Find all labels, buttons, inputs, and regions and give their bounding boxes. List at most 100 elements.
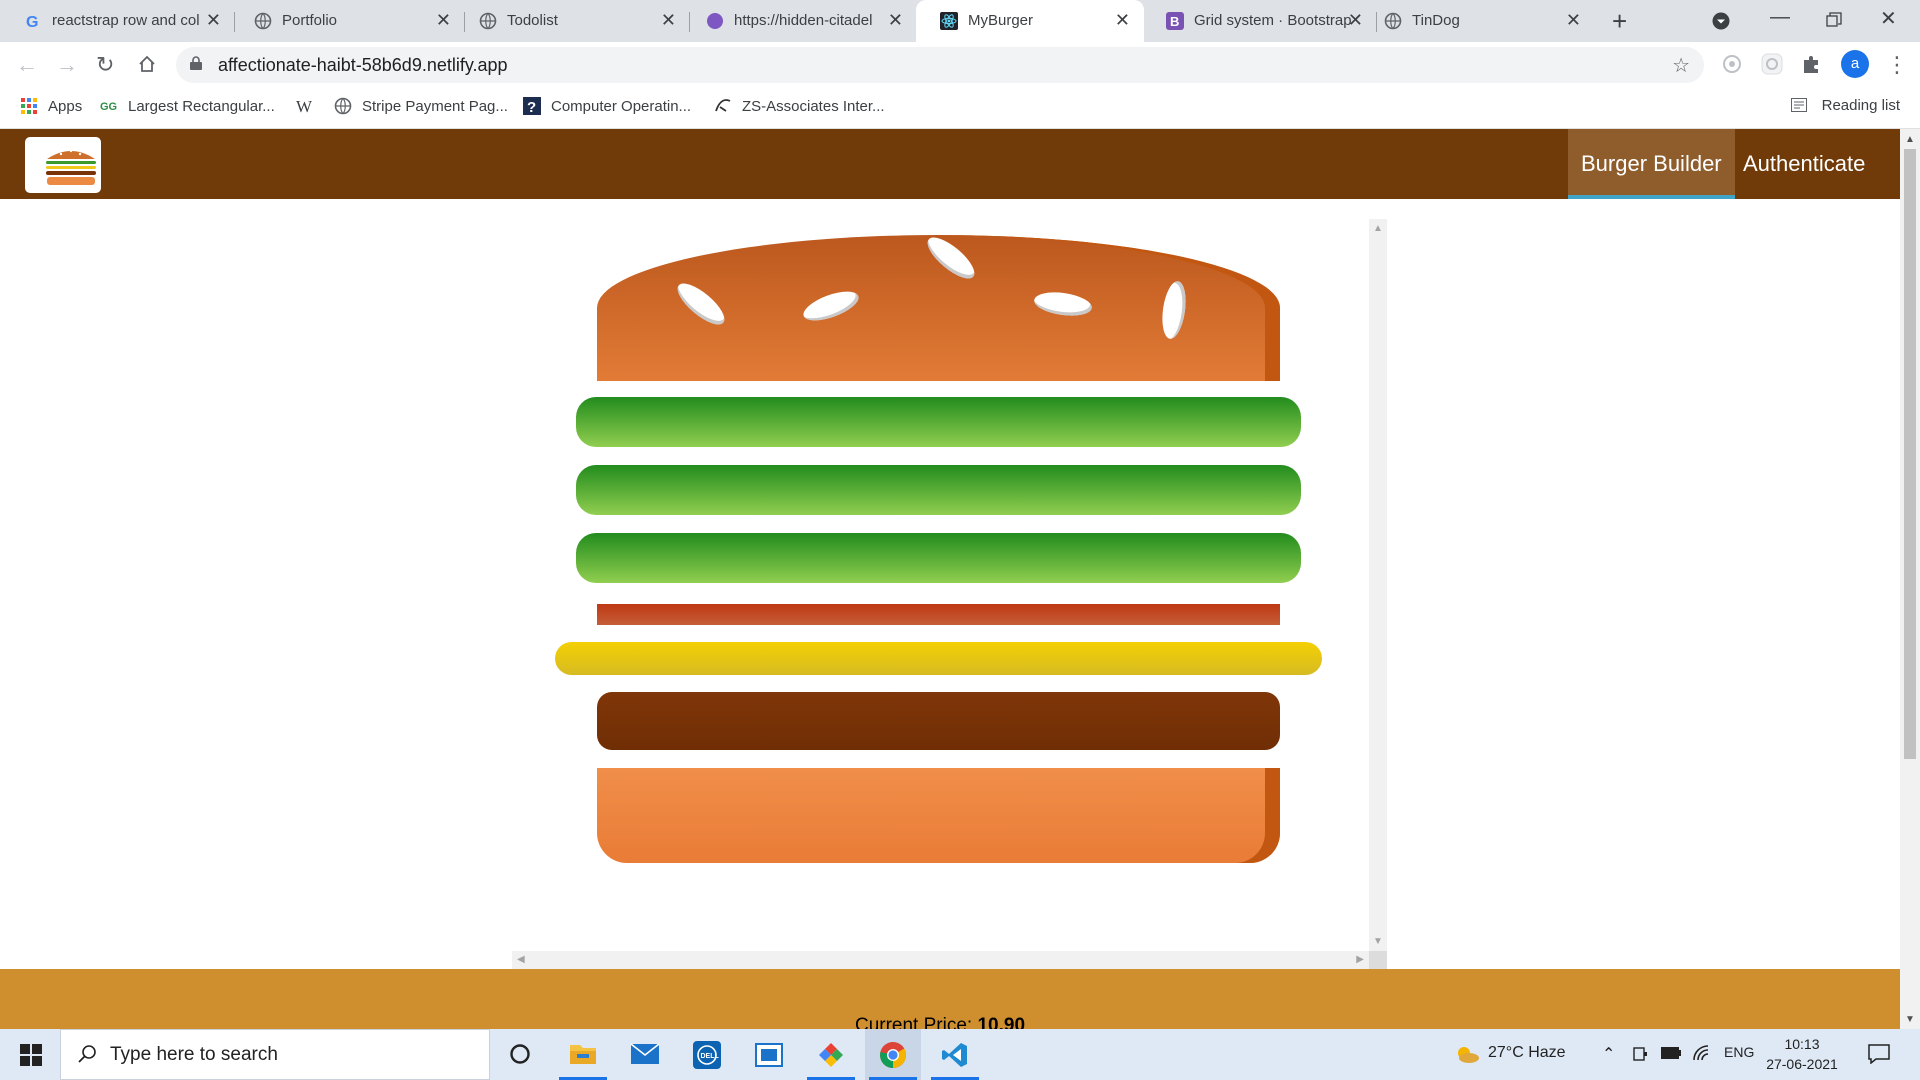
close-tab-icon[interactable]: ✕ (1566, 10, 1581, 31)
burger-preview: ▲ ▼ ◀ ▶ (512, 219, 1387, 969)
tab-tindog[interactable]: TinDog ✕ (1360, 0, 1595, 42)
address-bar[interactable]: affectionate-haibt-58b6d9.netlify.app ☆ (176, 47, 1704, 83)
scroll-down-arrow-icon[interactable]: ▼ (1373, 936, 1383, 947)
reading-list-icon (1791, 98, 1808, 112)
nav-authenticate[interactable]: Authenticate (1730, 129, 1878, 199)
salad-layer (576, 465, 1301, 515)
store-icon[interactable] (741, 1029, 797, 1080)
vscode-icon[interactable] (927, 1029, 983, 1080)
tab-title: Portfolio (282, 12, 338, 29)
reload-icon[interactable]: ↻ (96, 52, 114, 78)
tab-hidden-citadel[interactable]: https://hidden-citadel ✕ (682, 0, 917, 42)
url-text[interactable]: affectionate-haibt-58b6d9.netlify.app (218, 55, 508, 76)
bookmark-stripe[interactable]: Stripe Payment Pag... (334, 97, 508, 115)
mail-icon[interactable] (617, 1029, 673, 1080)
cortana-icon[interactable] (492, 1029, 548, 1080)
lock-icon[interactable] (190, 56, 202, 70)
clock-date: 27-06-2021 (1766, 1056, 1838, 1072)
windows-taskbar: Type here to search DELL 27°C Haze ⌃ ENG… (0, 1029, 1920, 1080)
gfg-icon: GG (100, 101, 117, 113)
meat-layer (597, 692, 1280, 750)
language-indicator[interactable]: ENG (1724, 1044, 1754, 1060)
tab-bootstrap-grid[interactable]: B Grid system · Bootstrap ✕ (1142, 0, 1377, 42)
price-value: 10.90 (977, 1015, 1026, 1029)
cheese-layer (555, 642, 1322, 675)
seed (671, 276, 731, 332)
react-icon (940, 12, 958, 30)
burger-horizontal-scrollbar[interactable]: ◀ ▶ (512, 951, 1369, 969)
scroll-thumb[interactable] (1904, 149, 1916, 759)
scroll-down-arrow-icon[interactable]: ▼ (1905, 1014, 1915, 1025)
svg-text:G: G (26, 14, 38, 30)
windows-start-icon[interactable] (20, 1044, 42, 1066)
file-explorer-icon[interactable] (555, 1029, 611, 1080)
burger-logo[interactable] (25, 137, 101, 193)
scroll-left-arrow-icon[interactable]: ◀ (517, 954, 525, 965)
burger-vertical-scrollbar[interactable]: ▲ ▼ (1369, 219, 1387, 951)
weather-icon[interactable] (1454, 1043, 1480, 1065)
bookmark-star-icon[interactable]: ☆ (1672, 53, 1690, 78)
bookmark-computer-operating[interactable]: ? Computer Operatin... (523, 97, 691, 115)
menu-kebab-icon[interactable]: ⋮ (1886, 52, 1908, 78)
question-icon: ? (523, 97, 541, 115)
purple-circle-icon (707, 13, 723, 29)
nav-burger-builder[interactable]: Burger Builder (1568, 129, 1735, 199)
price-label: Current Price: (854, 1015, 973, 1029)
close-tab-icon[interactable]: ✕ (888, 10, 903, 31)
minimize-icon[interactable]: — (1770, 6, 1790, 29)
extension-icon[interactable] (1720, 52, 1744, 76)
tab-title: MyBurger (968, 12, 1034, 29)
globe-icon (1384, 12, 1402, 30)
wifi-icon[interactable] (1692, 1044, 1712, 1062)
avatar[interactable]: a (1841, 50, 1869, 78)
new-tab-icon[interactable]: + (1612, 6, 1627, 37)
tab-reactstrap[interactable]: G reactstrap row and col ✕ (0, 0, 235, 42)
tab-todolist[interactable]: Todolist ✕ (455, 0, 690, 42)
home-icon[interactable] (137, 54, 157, 74)
weather-text[interactable]: 27°C Haze (1488, 1044, 1566, 1062)
tab-portfolio[interactable]: Portfolio ✕ (230, 0, 465, 42)
chrome-icon[interactable] (865, 1029, 921, 1080)
taskbar-search[interactable]: Type here to search (60, 1029, 490, 1080)
bookmark-apps[interactable]: Apps (20, 97, 82, 115)
app-icon[interactable] (803, 1029, 859, 1080)
puzzle-icon[interactable] (1800, 52, 1824, 76)
build-controls: Current Price: 10.90 (0, 969, 1900, 1029)
system-clock[interactable]: 10:13 27-06-2021 (1762, 1034, 1842, 1074)
tab-myburger[interactable]: MyBurger ✕ (916, 0, 1144, 42)
tab-title: TinDog (1412, 12, 1460, 29)
back-icon[interactable]: ← (16, 52, 38, 78)
close-window-icon[interactable]: ✕ (1880, 6, 1897, 31)
restore-icon[interactable] (1826, 12, 1842, 28)
bookmark-wikipedia[interactable]: W (296, 97, 312, 117)
device-icon[interactable] (1632, 1046, 1648, 1062)
svg-text:DELL: DELL (701, 1053, 720, 1060)
bookmark-largest-rectangular[interactable]: GG Largest Rectangular... (100, 97, 275, 115)
scroll-up-arrow-icon[interactable]: ▲ (1373, 223, 1383, 234)
tab-title: reactstrap row and col (52, 12, 200, 29)
notification-icon[interactable] (1868, 1044, 1890, 1064)
globe-icon (334, 97, 352, 115)
globe-icon (254, 12, 272, 30)
page-scrollbar[interactable]: ▲ ▼ (1900, 129, 1920, 1029)
extension-icon[interactable] (1760, 52, 1784, 76)
forward-icon[interactable]: → (56, 52, 78, 78)
close-tab-icon[interactable]: ✕ (436, 10, 451, 31)
scroll-up-arrow-icon[interactable]: ▲ (1905, 134, 1915, 145)
battery-icon[interactable] (1660, 1046, 1682, 1060)
dell-icon[interactable]: DELL (679, 1029, 735, 1080)
seed (799, 285, 863, 327)
bookmark-zs-associates[interactable]: ZS-Associates Inter... (714, 97, 885, 115)
clock-time: 10:13 (1784, 1036, 1820, 1052)
salad-layer (576, 533, 1301, 583)
close-tab-icon[interactable]: ✕ (661, 10, 676, 31)
close-tab-icon[interactable]: ✕ (206, 10, 221, 31)
close-tab-icon[interactable]: ✕ (1115, 10, 1130, 31)
scroll-right-arrow-icon[interactable]: ▶ (1356, 954, 1364, 965)
bread-top (597, 230, 1280, 381)
tab-search-icon[interactable] (1712, 12, 1730, 30)
tray-chevron-up-icon[interactable]: ⌃ (1602, 1044, 1615, 1064)
reading-list[interactable]: Reading list (1791, 97, 1900, 114)
bread-bottom (597, 768, 1280, 863)
browser-toolbar: ← → ↻ affectionate-haibt-58b6d9.netlify.… (0, 42, 1920, 88)
